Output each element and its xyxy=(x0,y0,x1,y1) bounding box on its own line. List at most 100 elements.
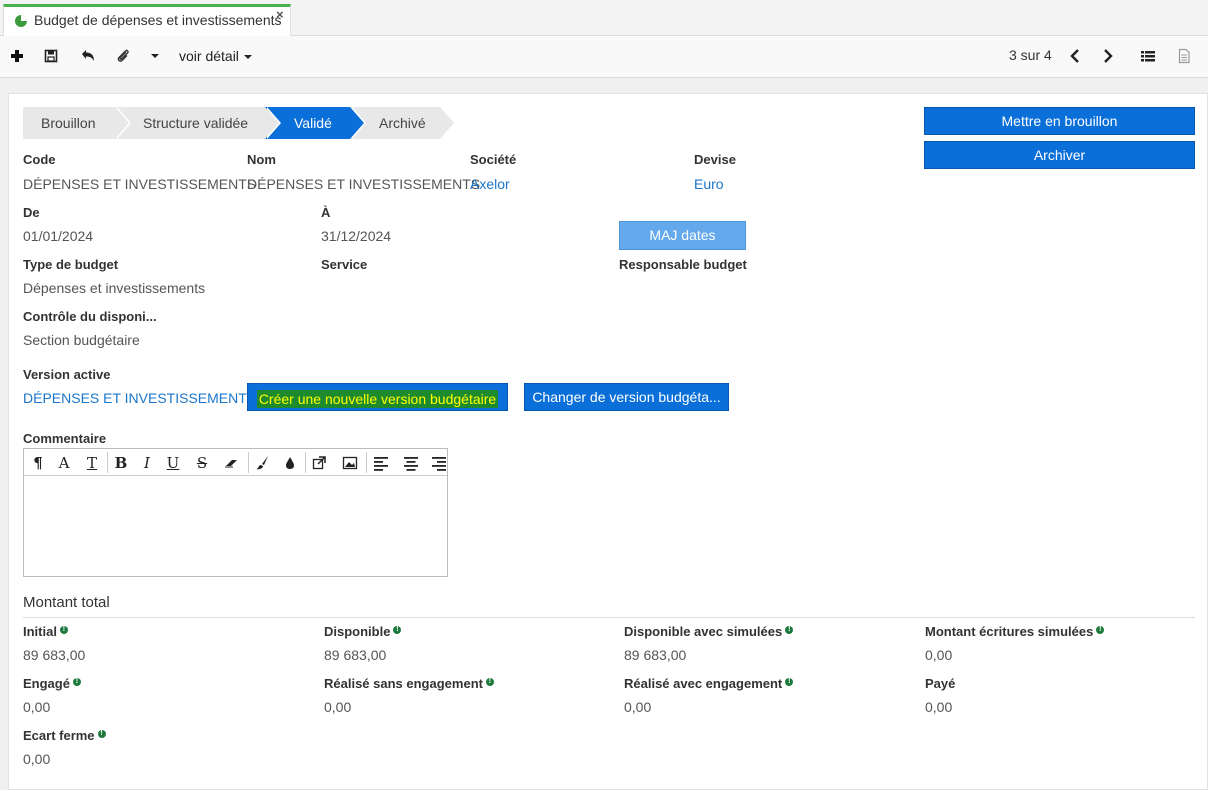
document-icon[interactable] xyxy=(1175,46,1193,66)
paperclip-icon[interactable] xyxy=(114,46,132,66)
align-right-icon[interactable] xyxy=(429,453,447,473)
currency-label: Devise xyxy=(694,152,736,167)
service-label: Service xyxy=(321,257,368,272)
new-version-label: Créer une nouvelle version budgétaire xyxy=(256,390,499,408)
set-draft-button[interactable]: Mettre en brouillon xyxy=(924,107,1195,135)
tab-bar: Budget de dépenses et investissements × xyxy=(0,0,1208,36)
caret-down-icon xyxy=(243,55,252,60)
bold-icon[interactable]: B xyxy=(111,453,131,473)
total-firm-gap-value: 0,00 xyxy=(23,751,51,767)
to-date-label: À xyxy=(321,205,331,220)
total-available-value: 89 683,00 xyxy=(324,647,387,663)
total-available-simulated-label: Disponible avec simulées! xyxy=(624,624,794,639)
availability-control-value: Section budgétaire xyxy=(23,332,140,348)
toolbar-divider xyxy=(305,452,306,473)
text-format-icon[interactable]: T xyxy=(82,453,102,473)
tab-budget[interactable]: Budget de dépenses et investissements × xyxy=(3,4,291,36)
info-icon[interactable]: ! xyxy=(97,729,106,738)
pie-chart-icon xyxy=(15,15,27,27)
total-committed-label: Engagé! xyxy=(23,676,81,691)
comment-textarea[interactable] xyxy=(24,477,447,576)
caret-down-icon[interactable] xyxy=(146,46,164,66)
list-view-icon[interactable] xyxy=(1139,46,1157,66)
image-icon[interactable] xyxy=(340,453,360,473)
code-value: DÉPENSES ET INVESTISSEMENTS xyxy=(23,176,257,192)
total-initial-label: Initial! xyxy=(23,624,68,639)
budget-type-label: Type de budget xyxy=(23,257,119,272)
info-icon[interactable]: ! xyxy=(785,625,794,634)
budget-type-value: Dépenses et investissements xyxy=(23,280,206,296)
active-version-link[interactable]: DÉPENSES ET INVESTISSEMENTS xyxy=(23,390,256,406)
font-icon[interactable]: A xyxy=(54,453,74,473)
close-icon[interactable]: × xyxy=(276,7,284,22)
info-icon[interactable]: ! xyxy=(1096,625,1105,634)
total-firm-gap-label: Ecart ferme! xyxy=(23,728,106,743)
total-committed-value: 0,00 xyxy=(23,699,51,715)
color-drop-icon[interactable] xyxy=(280,453,300,473)
toolbar-divider xyxy=(248,452,249,473)
currency-link[interactable]: Euro xyxy=(694,176,724,192)
company-link[interactable]: Axelor xyxy=(470,176,510,192)
total-realized-no-commitment-label: Réalisé sans engagement! xyxy=(324,676,494,691)
paragraph-icon[interactable]: ¶ xyxy=(28,453,48,473)
info-icon[interactable]: ! xyxy=(393,625,402,634)
info-icon[interactable]: ! xyxy=(785,677,794,686)
total-realized-with-commitment-label: Réalisé avec engagement! xyxy=(624,676,794,691)
info-icon[interactable]: ! xyxy=(72,677,81,686)
total-simulated-entries-label: Montant écritures simulées! xyxy=(925,624,1105,639)
chevron-right-icon[interactable] xyxy=(1099,46,1117,66)
status-step-label: Structure validée xyxy=(143,115,249,131)
align-center-icon[interactable] xyxy=(401,453,421,473)
pager-label: 3 sur 4 xyxy=(1009,47,1052,63)
strikethrough-icon[interactable]: S xyxy=(192,453,212,473)
status-step-draft[interactable]: Brouillon xyxy=(23,107,131,139)
from-date-value: 01/01/2024 xyxy=(23,228,94,244)
from-date-label: De xyxy=(23,205,40,220)
comment-editor[interactable]: ¶ A T B I U S xyxy=(23,448,448,577)
status-step-label: Brouillon xyxy=(41,115,96,131)
total-available-label: Disponible! xyxy=(324,624,402,639)
total-paid-value: 0,00 xyxy=(925,699,953,715)
to-date-value: 31/12/2024 xyxy=(321,228,392,244)
eraser-icon[interactable] xyxy=(222,453,242,473)
company-label: Société xyxy=(470,152,517,167)
total-available-simulated-value: 89 683,00 xyxy=(624,647,687,663)
active-version-label: Version active xyxy=(23,367,111,382)
align-left-icon[interactable] xyxy=(371,453,391,473)
toolbar-divider xyxy=(107,452,108,473)
view-detail-menu[interactable]: voir détail xyxy=(179,46,253,66)
budget-manager-label: Responsable budget xyxy=(619,257,747,272)
view-detail-label: voir détail xyxy=(179,48,239,64)
form-panel: Brouillon Structure validée Validé Archi… xyxy=(8,93,1208,790)
status-step-label: Validé xyxy=(294,115,332,131)
update-dates-button[interactable]: MAJ dates xyxy=(619,221,746,250)
new-version-button[interactable]: Créer une nouvelle version budgétaire xyxy=(247,383,508,411)
toolbar: voir détail 3 sur 4 xyxy=(0,36,1208,78)
toolbar-divider xyxy=(366,452,367,473)
plus-icon[interactable] xyxy=(8,46,26,66)
chevron-left-icon[interactable] xyxy=(1067,46,1085,66)
external-link-icon[interactable] xyxy=(309,453,329,473)
section-divider xyxy=(23,617,1195,618)
name-value: DÉPENSES ET INVESTISSEMENTS xyxy=(247,176,481,192)
total-simulated-entries-value: 0,00 xyxy=(925,647,953,663)
save-icon[interactable] xyxy=(42,46,60,66)
status-step-structure-validated[interactable]: Structure validée xyxy=(115,107,281,139)
total-realized-no-commitment-value: 0,00 xyxy=(324,699,352,715)
totals-section-title: Montant total xyxy=(23,594,110,611)
info-icon[interactable]: ! xyxy=(485,677,494,686)
name-label: Nom xyxy=(247,152,276,167)
underline-icon[interactable]: U xyxy=(163,453,183,473)
tab-title: Budget de dépenses et investissements xyxy=(34,12,282,28)
archive-button[interactable]: Archiver xyxy=(924,141,1195,169)
editor-toolbar: ¶ A T B I U S xyxy=(24,449,447,476)
undo-icon[interactable] xyxy=(78,46,98,66)
paintbrush-icon[interactable] xyxy=(253,453,273,473)
italic-icon[interactable]: I xyxy=(137,453,157,473)
change-version-button[interactable]: Changer de version budgéta... xyxy=(524,383,729,411)
total-initial-value: 89 683,00 xyxy=(23,647,86,663)
availability-control-label: Contrôle du disponi... xyxy=(23,309,157,324)
comment-label: Commentaire xyxy=(23,431,107,446)
total-realized-with-commitment-value: 0,00 xyxy=(624,699,652,715)
info-icon[interactable]: ! xyxy=(59,625,68,634)
